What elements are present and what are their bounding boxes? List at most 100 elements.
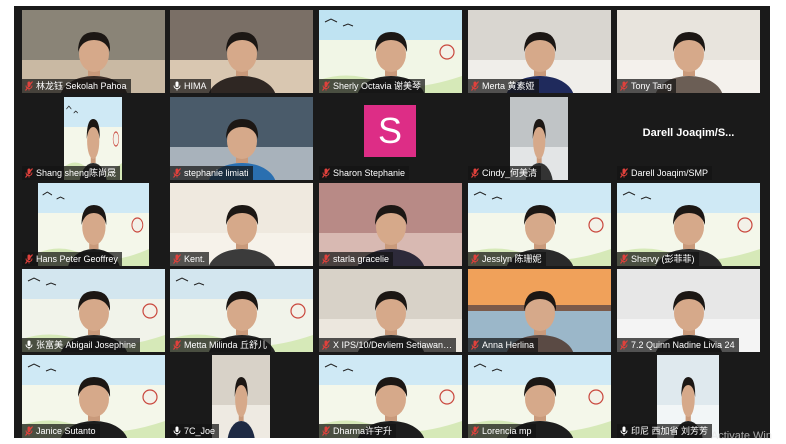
participant-name: Janice Sutanto xyxy=(36,426,96,436)
mic-muted-icon xyxy=(25,168,33,178)
participant-name-label: 张富美 Abigail Josephine xyxy=(22,338,141,352)
participant-tile[interactable]: Merta 黄素娅 xyxy=(468,10,611,93)
participant-tile[interactable]: Dharma许宇升 xyxy=(319,355,462,438)
participant-tile[interactable]: 张富美 Abigail Josephine xyxy=(22,269,165,352)
participant-name: Jesslyn 陈珊妮 xyxy=(482,254,542,264)
participant-tile[interactable]: Lorencia mp xyxy=(468,355,611,438)
mic-muted-icon xyxy=(25,81,33,91)
mic-muted-icon xyxy=(471,81,479,91)
participant-tile[interactable]: Hans Peter Geoffrey xyxy=(22,183,165,266)
participant-name: 7.2 Quinn Nadine Livia 24 xyxy=(631,340,735,350)
participant-tile[interactable]: 7C_Joe xyxy=(170,355,313,438)
participant-name-label: Shang sheng陈尚晟 xyxy=(22,166,121,180)
participant-name: X IPS/10/Devliem Setiawan ... xyxy=(333,340,453,350)
participant-name-label: Shervy (彭菲菲) xyxy=(617,252,699,266)
participant-tile[interactable]: Kent. xyxy=(170,183,313,266)
mic-muted-icon xyxy=(620,254,628,264)
participant-name-label: 7.2 Quinn Nadine Livia 24 xyxy=(617,338,739,352)
mic-muted-icon xyxy=(322,340,330,350)
mic-icon xyxy=(173,426,181,436)
participant-name-label: Cindy_何美清 xyxy=(468,166,542,180)
participant-tile[interactable]: Tony Tang xyxy=(617,10,760,93)
participant-name: Cindy_何美清 xyxy=(482,168,538,178)
participant-name-label: HIMA xyxy=(170,79,211,93)
participant-name: Sharon Stephanie xyxy=(333,168,406,178)
participant-tile[interactable]: Jesslyn 陈珊妮 xyxy=(468,183,611,266)
participant-tile[interactable]: 印尼 西加省 刘芳芳 xyxy=(617,355,760,438)
participant-name-label: Anna Herlina xyxy=(468,338,539,352)
participant-tile[interactable]: starla gracelie xyxy=(319,183,462,266)
participant-name: 7C_Joe xyxy=(184,426,216,436)
participant-name-label: Kent. xyxy=(170,252,210,266)
participant-name: starla gracelie xyxy=(333,254,390,264)
windows-activation-watermark: Activate Win xyxy=(710,430,772,442)
participant-name: Tony Tang xyxy=(631,81,672,91)
mic-muted-icon xyxy=(173,340,181,350)
participant-name: Sherly Octavia 谢美琴 xyxy=(333,81,422,91)
participant-tile[interactable]: Shervy (彭菲菲) xyxy=(617,183,760,266)
mic-muted-icon xyxy=(25,426,33,436)
participant-name: Metta Milinda 丘舒儿 xyxy=(184,340,268,350)
mic-muted-icon xyxy=(471,340,479,350)
mic-muted-icon xyxy=(173,254,181,264)
participant-name: Anna Herlina xyxy=(482,340,535,350)
participant-name-label: 印尼 西加省 刘芳芳 xyxy=(617,424,713,438)
participant-tile[interactable]: Cindy_何美清 xyxy=(468,97,611,180)
participant-name-label: Janice Sutanto xyxy=(22,424,100,438)
participant-name: 林龙钰 Sekolah Pahoa xyxy=(36,81,127,91)
mic-muted-icon xyxy=(322,254,330,264)
participant-name: Lorencia mp xyxy=(482,426,532,436)
mic-muted-icon xyxy=(471,426,479,436)
participant-name-label: stephanie limiati xyxy=(170,166,253,180)
mic-muted-icon xyxy=(322,168,330,178)
participant-name-label: Dharma许宇升 xyxy=(319,424,397,438)
participant-name: Kent. xyxy=(184,254,206,264)
participant-name-label: starla gracelie xyxy=(319,252,394,266)
participant-tile[interactable]: S Sharon Stephanie xyxy=(319,97,462,180)
participant-name: Merta 黄素娅 xyxy=(482,81,535,91)
participant-name-label: Hans Peter Geoffrey xyxy=(22,252,122,266)
participant-video xyxy=(212,355,270,438)
participant-name-label: Metta Milinda 丘舒儿 xyxy=(170,338,272,352)
participant-tile[interactable]: 7.2 Quinn Nadine Livia 24 xyxy=(617,269,760,352)
participant-tile[interactable]: Metta Milinda 丘舒儿 xyxy=(170,269,313,352)
participant-name: Hans Peter Geoffrey xyxy=(36,254,118,264)
participant-tile[interactable]: X IPS/10/Devliem Setiawan ... xyxy=(319,269,462,352)
participant-name: 印尼 西加省 刘芳芳 xyxy=(631,426,709,436)
participant-tile[interactable]: Anna Herlina xyxy=(468,269,611,352)
participant-name-label: Sharon Stephanie xyxy=(319,166,410,180)
participant-tile[interactable]: HIMA xyxy=(170,10,313,93)
participant-name-label: Lorencia mp xyxy=(468,424,536,438)
participant-display-name: Darell Joaqim/S... xyxy=(642,127,735,139)
participant-name: Darell Joaqim/SMP xyxy=(631,168,709,178)
participant-name: Shang sheng陈尚晟 xyxy=(36,168,117,178)
mic-muted-icon xyxy=(471,168,479,178)
participant-name-label: 林龙钰 Sekolah Pahoa xyxy=(22,79,131,93)
participant-name-label: Tony Tang xyxy=(617,79,676,93)
participant-name-label: Darell Joaqim/SMP xyxy=(617,166,713,180)
participant-name: Shervy (彭菲菲) xyxy=(631,254,695,264)
participant-name-label: Sherly Octavia 谢美琴 xyxy=(319,79,426,93)
participant-name: 张富美 Abigail Josephine xyxy=(36,340,137,350)
participant-tile[interactable]: Sherly Octavia 谢美琴 xyxy=(319,10,462,93)
mic-icon xyxy=(25,340,33,350)
mic-muted-icon xyxy=(620,81,628,91)
participant-name: Dharma许宇升 xyxy=(333,426,393,436)
participant-name-label: Merta 黄素娅 xyxy=(468,79,539,93)
participant-tile[interactable]: Darell Joaqim/S... Darell Joaqim/SMP xyxy=(617,97,760,180)
participant-tile[interactable]: Janice Sutanto xyxy=(22,355,165,438)
participant-tile[interactable]: stephanie limiati xyxy=(170,97,313,180)
mic-icon xyxy=(173,81,181,91)
mic-muted-icon xyxy=(25,254,33,264)
mic-icon xyxy=(620,426,628,436)
mic-muted-icon xyxy=(620,340,628,350)
participant-name-label: Jesslyn 陈珊妮 xyxy=(468,252,546,266)
mic-muted-icon xyxy=(620,168,628,178)
mic-muted-icon xyxy=(322,81,330,91)
participant-tile[interactable]: Shang sheng陈尚晟 xyxy=(22,97,165,180)
mic-muted-icon xyxy=(322,426,330,436)
participant-tile[interactable]: 林龙钰 Sekolah Pahoa xyxy=(22,10,165,93)
participant-name-label: X IPS/10/Devliem Setiawan ... xyxy=(319,338,457,352)
participant-name-label: 7C_Joe xyxy=(170,424,220,438)
mic-muted-icon xyxy=(173,168,181,178)
